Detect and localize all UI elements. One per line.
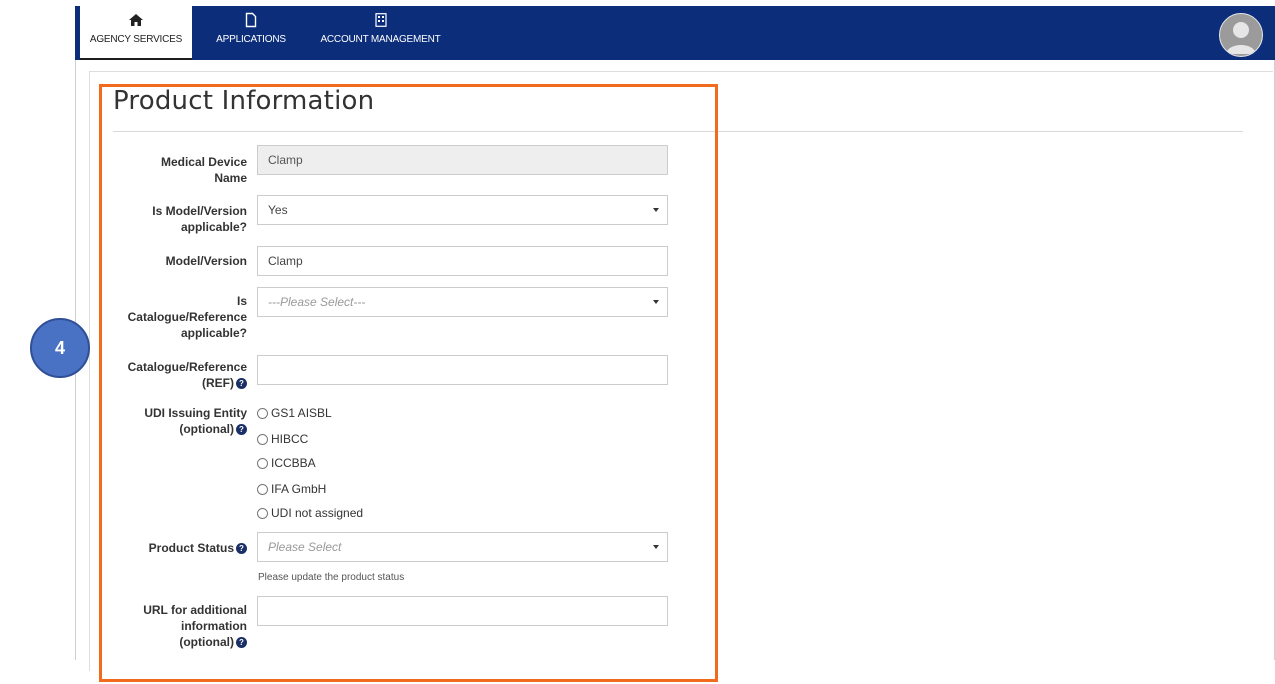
top-navigation-bar: AGENCY SERVICES APPLICATIONS ACCOUNT MAN… <box>75 6 1275 60</box>
nav-label: APPLICATIONS <box>216 34 286 45</box>
document-icon <box>245 12 257 28</box>
nav-agency-services[interactable]: AGENCY SERVICES <box>80 6 192 60</box>
nav-label: ACCOUNT MANAGEMENT <box>320 34 441 45</box>
user-avatar[interactable] <box>1219 13 1263 57</box>
nav-account-management[interactable]: ACCOUNT MANAGEMENT <box>308 6 453 60</box>
step-badge: 4 <box>30 318 90 378</box>
building-icon <box>374 13 387 27</box>
user-icon <box>1226 22 1256 54</box>
highlight-box <box>99 84 718 682</box>
home-icon <box>129 14 143 26</box>
nav-applications[interactable]: APPLICATIONS <box>205 6 297 60</box>
nav-label: AGENCY SERVICES <box>89 34 183 45</box>
